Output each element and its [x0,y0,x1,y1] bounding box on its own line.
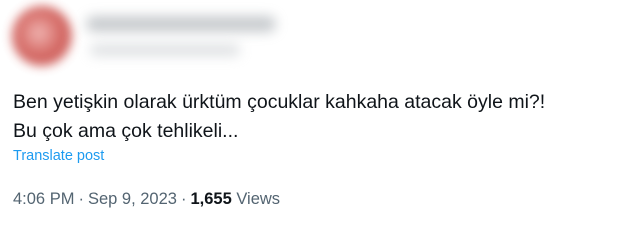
translate-post-link[interactable]: Translate post [13,148,104,164]
views-label: Views [236,190,281,208]
separator: · [78,190,84,208]
tweet-author-header [6,4,406,66]
tweet-body: Ben yetişkin olarak ürktüm çocuklar kahk… [13,88,545,146]
post-date[interactable]: Sep 9, 2023 [88,190,177,208]
tweet-metadata: 4:06 PM · Sep 9, 2023 · 1,655 Views [13,190,280,209]
tweet-card: Ben yetişkin olarak ürktüm çocuklar kahk… [0,0,640,249]
author-handle-redacted[interactable] [90,44,240,56]
views-count: 1,655 [190,190,232,208]
tweet-text-line-2: Bu çok ama çok tehlikeli... [13,120,239,142]
avatar[interactable] [12,6,72,66]
author-name-redacted[interactable] [86,16,276,32]
separator: · [180,190,187,208]
tweet-text-line-1: Ben yetişkin olarak ürktüm çocuklar kahk… [13,91,546,113]
post-time[interactable]: 4:06 PM [13,190,74,208]
